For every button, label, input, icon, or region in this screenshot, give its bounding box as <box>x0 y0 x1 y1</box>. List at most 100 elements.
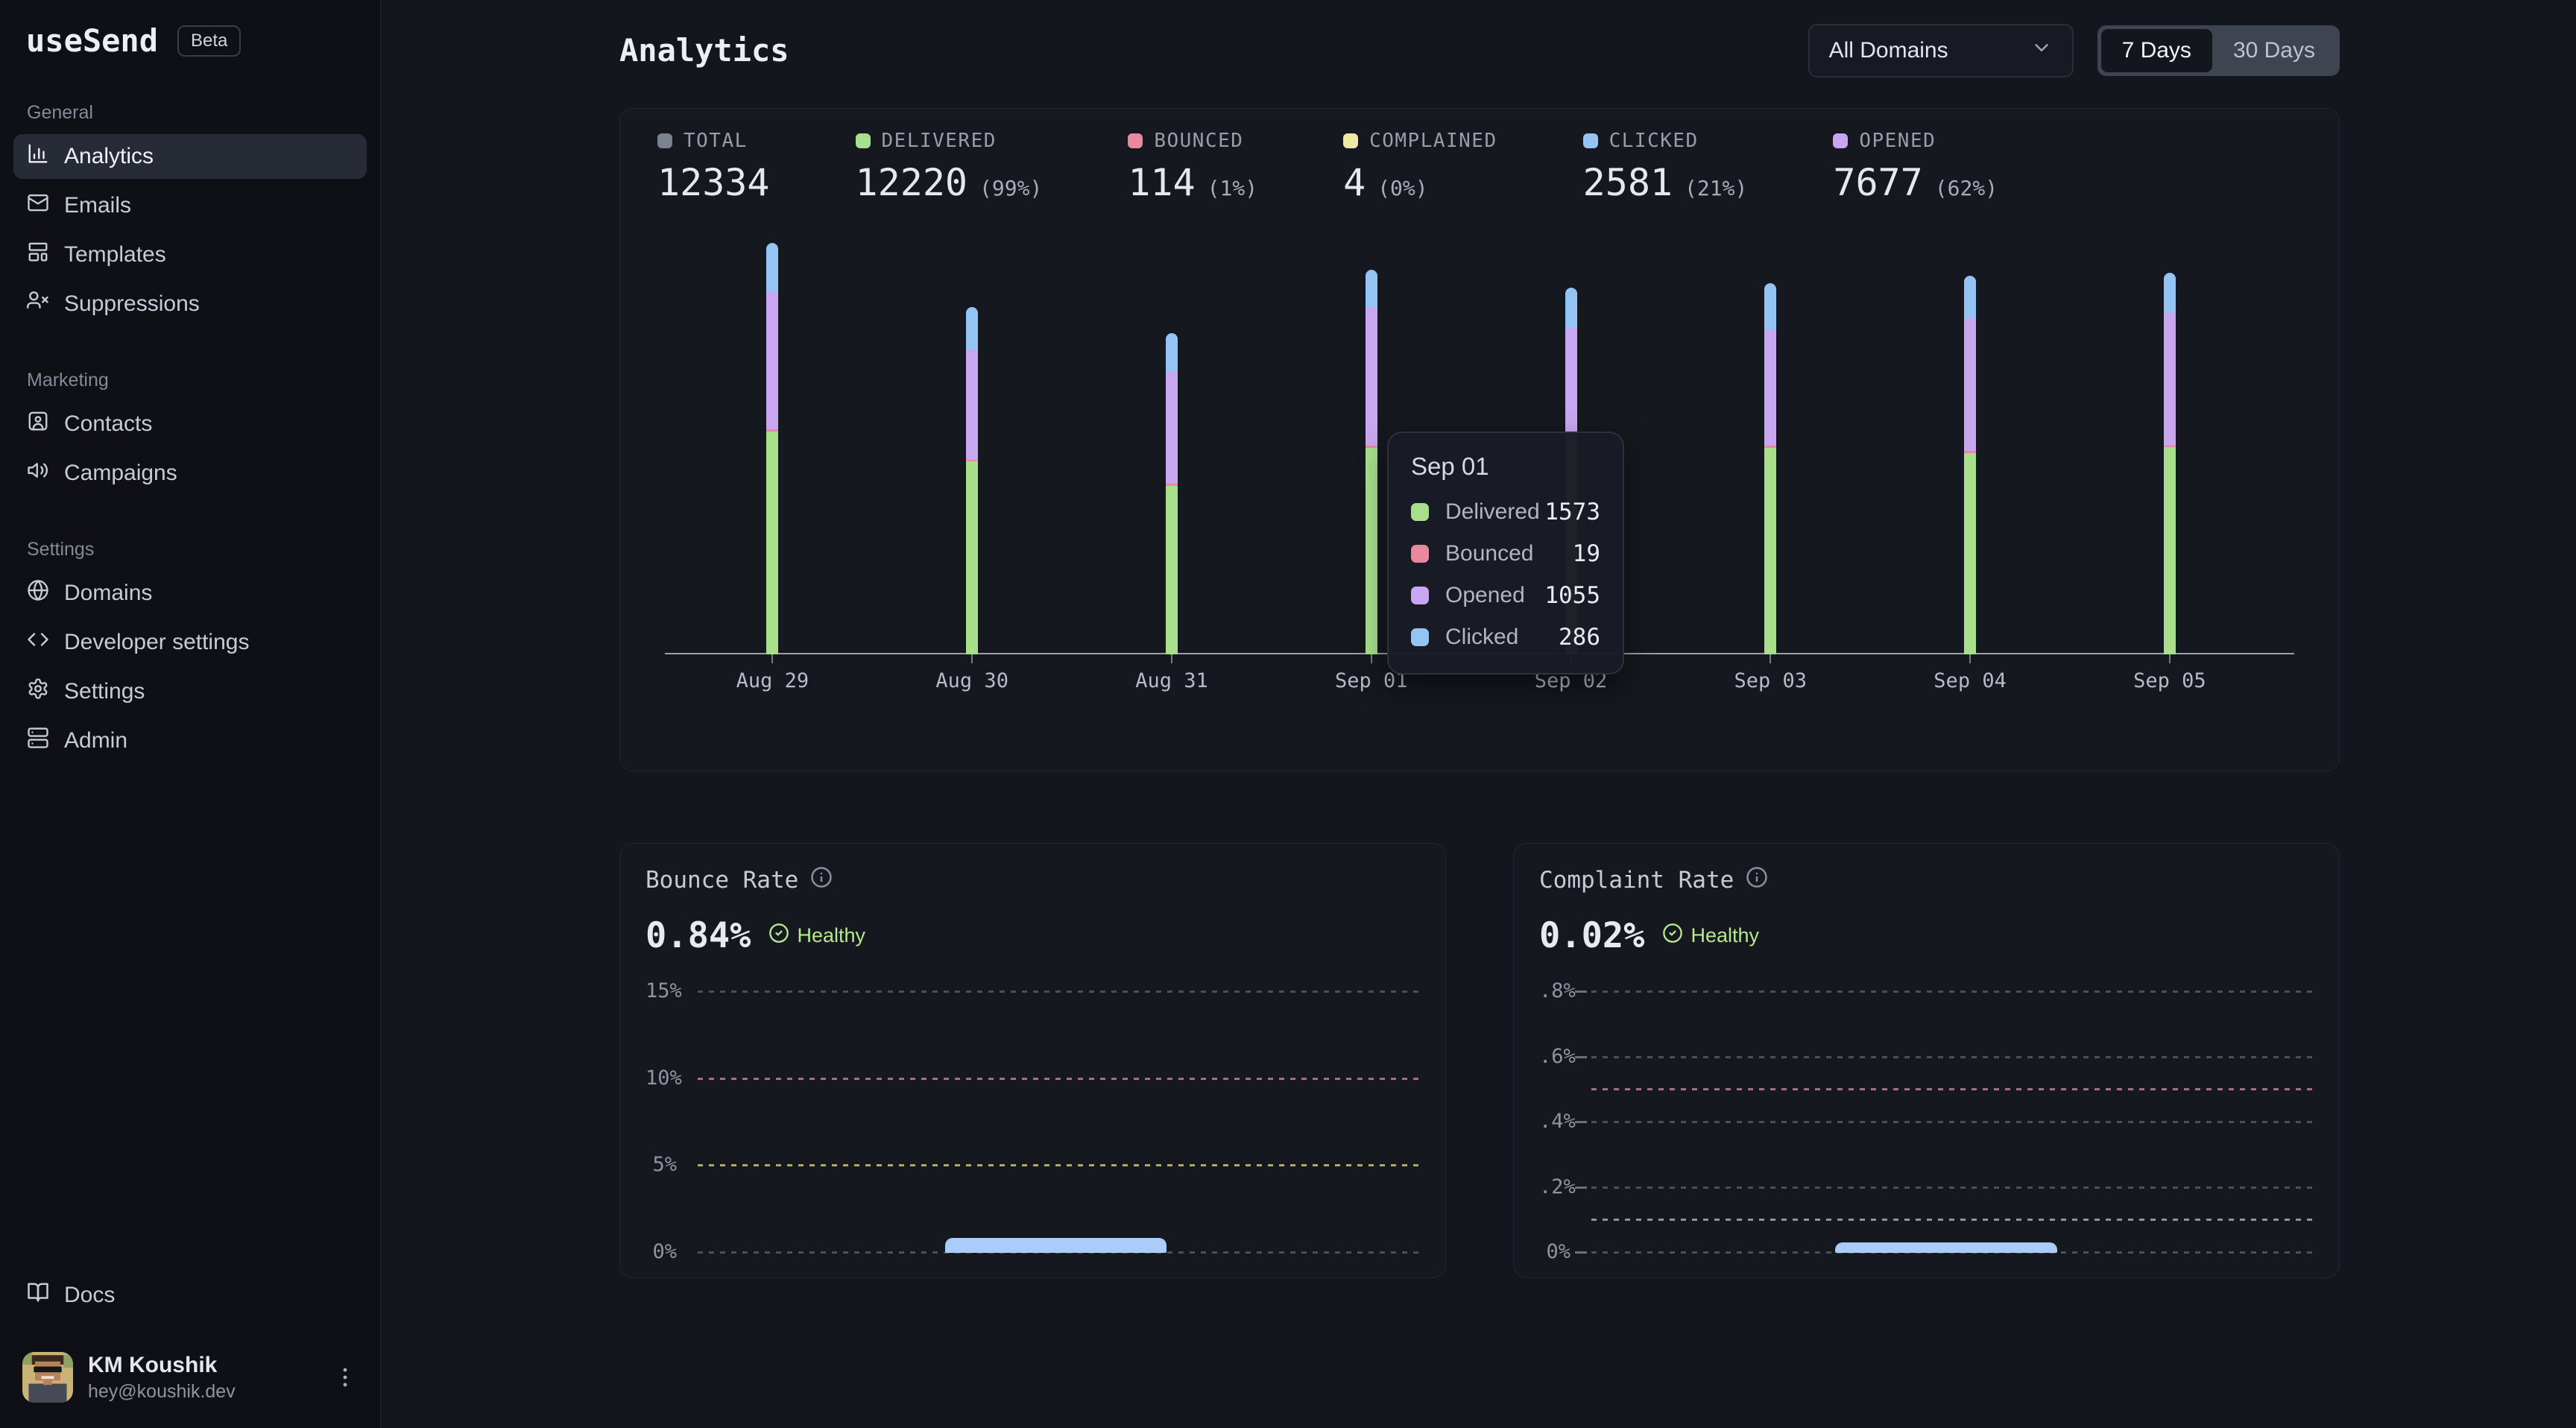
domain-filter-select[interactable]: All Domains <box>1808 24 2074 78</box>
stacked-bar-sep-05[interactable] <box>2164 273 2176 654</box>
bar-segment-clicked <box>1366 270 1377 307</box>
y-axis-tick <box>1575 991 1587 993</box>
range-tab-30-days[interactable]: 30 Days <box>2212 29 2336 72</box>
stacked-bar-aug-31[interactable] <box>1166 333 1178 654</box>
sidebar-item-label: Domains <box>64 581 152 606</box>
x-axis-tick <box>1171 654 1172 663</box>
y-axis-tick <box>1575 1251 1587 1254</box>
x-axis-tick <box>2169 654 2171 663</box>
sidebar-item-settings[interactable]: Settings <box>13 669 367 714</box>
bounce-rate-title: Bounce Rate <box>645 867 798 894</box>
sidebar-item-campaigns[interactable]: Campaigns <box>13 451 367 496</box>
stat-label: OPENED <box>1859 130 1936 152</box>
sidebar: useSend Beta General Analytics Emails Templ… <box>0 0 381 1428</box>
bar-segment-delivered <box>1964 453 1976 654</box>
stacked-bar-aug-30[interactable] <box>966 307 978 654</box>
layout-template-icon <box>27 241 49 269</box>
sidebar-item-emails[interactable]: Emails <box>13 183 367 228</box>
stacked-bar-sep-01[interactable] <box>1366 270 1377 654</box>
sidebar-item-label: Contacts <box>64 411 152 437</box>
bounce-rate-series-area[interactable] <box>945 1238 1167 1253</box>
y-axis-label: 0% <box>1539 1240 1570 1263</box>
stat-dot <box>1343 133 1358 148</box>
sidebar-item-templates[interactable]: Templates <box>13 233 367 277</box>
email-volume-chart: Sep 01 Delivered1573Bounced19Opened1055C… <box>657 227 2302 718</box>
x-axis-tick <box>1371 654 1372 663</box>
legend-swatch <box>1411 587 1429 604</box>
tooltip-row-delivered: Delivered1573 <box>1411 499 1600 525</box>
complaint-rate-title-row: Complaint Rate <box>1539 866 2314 894</box>
y-axis-label: .8% <box>1539 979 1570 1002</box>
gridline <box>698 1078 1420 1080</box>
sidebar-item-developer-settings[interactable]: Developer settings <box>13 620 367 665</box>
bounce-rate-chart: 15%10%5%0% <box>645 974 1420 1272</box>
logo-row: useSend Beta <box>0 0 380 59</box>
y-axis-tick <box>1575 1121 1587 1123</box>
stacked-bar-aug-29[interactable] <box>766 243 778 654</box>
legend-swatch <box>1411 503 1429 521</box>
bounce-status-label: Healthy <box>797 924 865 947</box>
bar-segment-opened <box>1964 318 1976 452</box>
stat-dot <box>1128 133 1143 148</box>
stat-value: 12220 <box>856 161 968 204</box>
complaint-rate-value: 0.02% <box>1539 915 1644 956</box>
complaint-rate-card: Complaint Rate 0.02% Healthy .8%.6%.4%.2… <box>1513 843 2340 1278</box>
sidebar-item-domains[interactable]: Domains <box>13 571 367 616</box>
user-x-icon <box>27 290 49 318</box>
gridline <box>1591 1088 2314 1090</box>
sidebar-item-suppressions[interactable]: Suppressions <box>13 282 367 326</box>
sidebar-item-label: Analytics <box>64 144 154 169</box>
stat-label: COMPLAINED <box>1369 130 1497 152</box>
complaint-rate-chart: .8%.6%.4%.2%0% <box>1539 974 2314 1272</box>
info-icon[interactable] <box>1746 866 1768 894</box>
more-vertical-icon[interactable] <box>332 1365 358 1390</box>
stat-value: 2581 <box>1583 161 1673 204</box>
avatar <box>22 1352 73 1403</box>
gridline <box>1591 991 2314 993</box>
book-open-icon <box>27 1281 49 1309</box>
tooltip-series-label: Bounced <box>1445 541 1573 566</box>
stat-percent: (0%) <box>1377 176 1427 200</box>
contact-book-icon <box>27 410 49 438</box>
bounce-rate-value: 0.84% <box>645 915 751 956</box>
bar-segment-opened <box>766 292 778 429</box>
beta-badge: Beta <box>177 25 241 57</box>
info-icon[interactable] <box>810 866 833 894</box>
stat-value: 114 <box>1128 161 1195 204</box>
stat-label: CLICKED <box>1609 130 1699 152</box>
sidebar-item-docs[interactable]: Docs <box>13 1273 367 1318</box>
legend-swatch <box>1411 628 1429 646</box>
sidebar-item-label: Templates <box>64 242 166 268</box>
stat-clicked: CLICKED2581(21%) <box>1583 130 1748 204</box>
tooltip-row-opened: Opened1055 <box>1411 582 1600 609</box>
sidebar-item-admin[interactable]: Admin <box>13 718 367 763</box>
tooltip-series-label: Delivered <box>1445 499 1544 525</box>
x-axis-label: Aug 31 <box>1135 669 1208 692</box>
megaphone-icon <box>27 459 49 487</box>
complaint-rate-value-row: 0.02% Healthy <box>1539 915 2314 956</box>
bounce-rate-card: Bounce Rate 0.84% Healthy 15%10%5%0% <box>619 843 1446 1278</box>
app-logo: useSend <box>26 22 158 59</box>
stat-total: TOTAL 12334 <box>657 130 770 204</box>
stat-dot <box>657 133 672 148</box>
stacked-bar-sep-03[interactable] <box>1764 283 1776 654</box>
complaint-rate-series-area[interactable] <box>1835 1242 2057 1253</box>
sidebar-item-contacts[interactable]: Contacts <box>13 402 367 446</box>
sidebar-bottom: Docs KM K <box>0 1273 380 1410</box>
sidebar-item-analytics[interactable]: Analytics <box>13 134 367 179</box>
x-axis-label: Sep 03 <box>1734 669 1808 692</box>
y-axis-label: 5% <box>645 1153 677 1176</box>
bar-segment-delivered <box>1366 448 1377 654</box>
stat-label: BOUNCED <box>1154 130 1243 152</box>
bar-segment-clicked <box>1166 333 1178 373</box>
stacked-bar-sep-04[interactable] <box>1964 276 1976 654</box>
x-axis-tick <box>971 654 973 663</box>
stat-label: TOTAL <box>684 130 748 152</box>
range-tab-7-days[interactable]: 7 Days <box>2101 29 2212 72</box>
bounce-rate-value-row: 0.84% Healthy <box>645 915 1420 956</box>
bar-segment-delivered <box>1166 486 1178 654</box>
x-axis-label: Aug 30 <box>935 669 1008 692</box>
stat-value: 12334 <box>657 161 770 204</box>
section-label-general: General <box>0 102 380 124</box>
user-menu[interactable]: KM Koushik hey@koushik.dev <box>13 1345 367 1410</box>
